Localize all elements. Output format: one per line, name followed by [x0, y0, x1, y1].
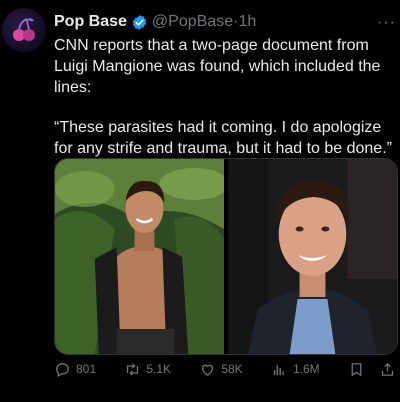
- repost-count: 5.1K: [146, 362, 172, 376]
- author-name[interactable]: Pop Base: [54, 13, 127, 31]
- media-grid: [54, 158, 398, 355]
- repost-icon: [127, 362, 139, 376]
- views-count: 1.6M: [292, 362, 320, 376]
- reply-count: 801: [76, 362, 97, 376]
- tweet-paragraph-1: CNN reports that a two-page document fro…: [54, 37, 381, 96]
- like-button[interactable]: 58K: [199, 361, 243, 378]
- tweet-header: Pop Base @PopBase · 1h: [54, 11, 392, 33]
- author-handle[interactable]: @PopBase: [152, 13, 233, 31]
- share-icon[interactable]: [379, 361, 396, 378]
- tweet-text: CNN reports that a two-page document fro…: [54, 35, 394, 159]
- verified-icon: [132, 14, 147, 30]
- avatar[interactable]: [2, 8, 46, 52]
- views-button[interactable]: 1.6M: [271, 361, 320, 378]
- pop-base-logo: [13, 18, 35, 41]
- more-icon[interactable]: ···: [377, 14, 396, 32]
- reply-button[interactable]: 801: [54, 361, 96, 378]
- views-icon: [273, 364, 284, 375]
- right-actions: [348, 361, 396, 378]
- reply-icon: [56, 362, 69, 377]
- photo-right[interactable]: [228, 159, 397, 354]
- photo-left[interactable]: [55, 159, 224, 354]
- action-bar: 801 5.1K 58K 1.6M: [54, 358, 396, 380]
- repost-button[interactable]: 5.1K: [124, 361, 171, 378]
- like-count: 58K: [221, 362, 243, 376]
- timestamp[interactable]: 1h: [238, 13, 256, 31]
- like-icon: [202, 364, 214, 376]
- tweet-paragraph-2: “These parasites had it coming. I do apo…: [54, 119, 392, 157]
- bookmark-icon[interactable]: [348, 361, 365, 378]
